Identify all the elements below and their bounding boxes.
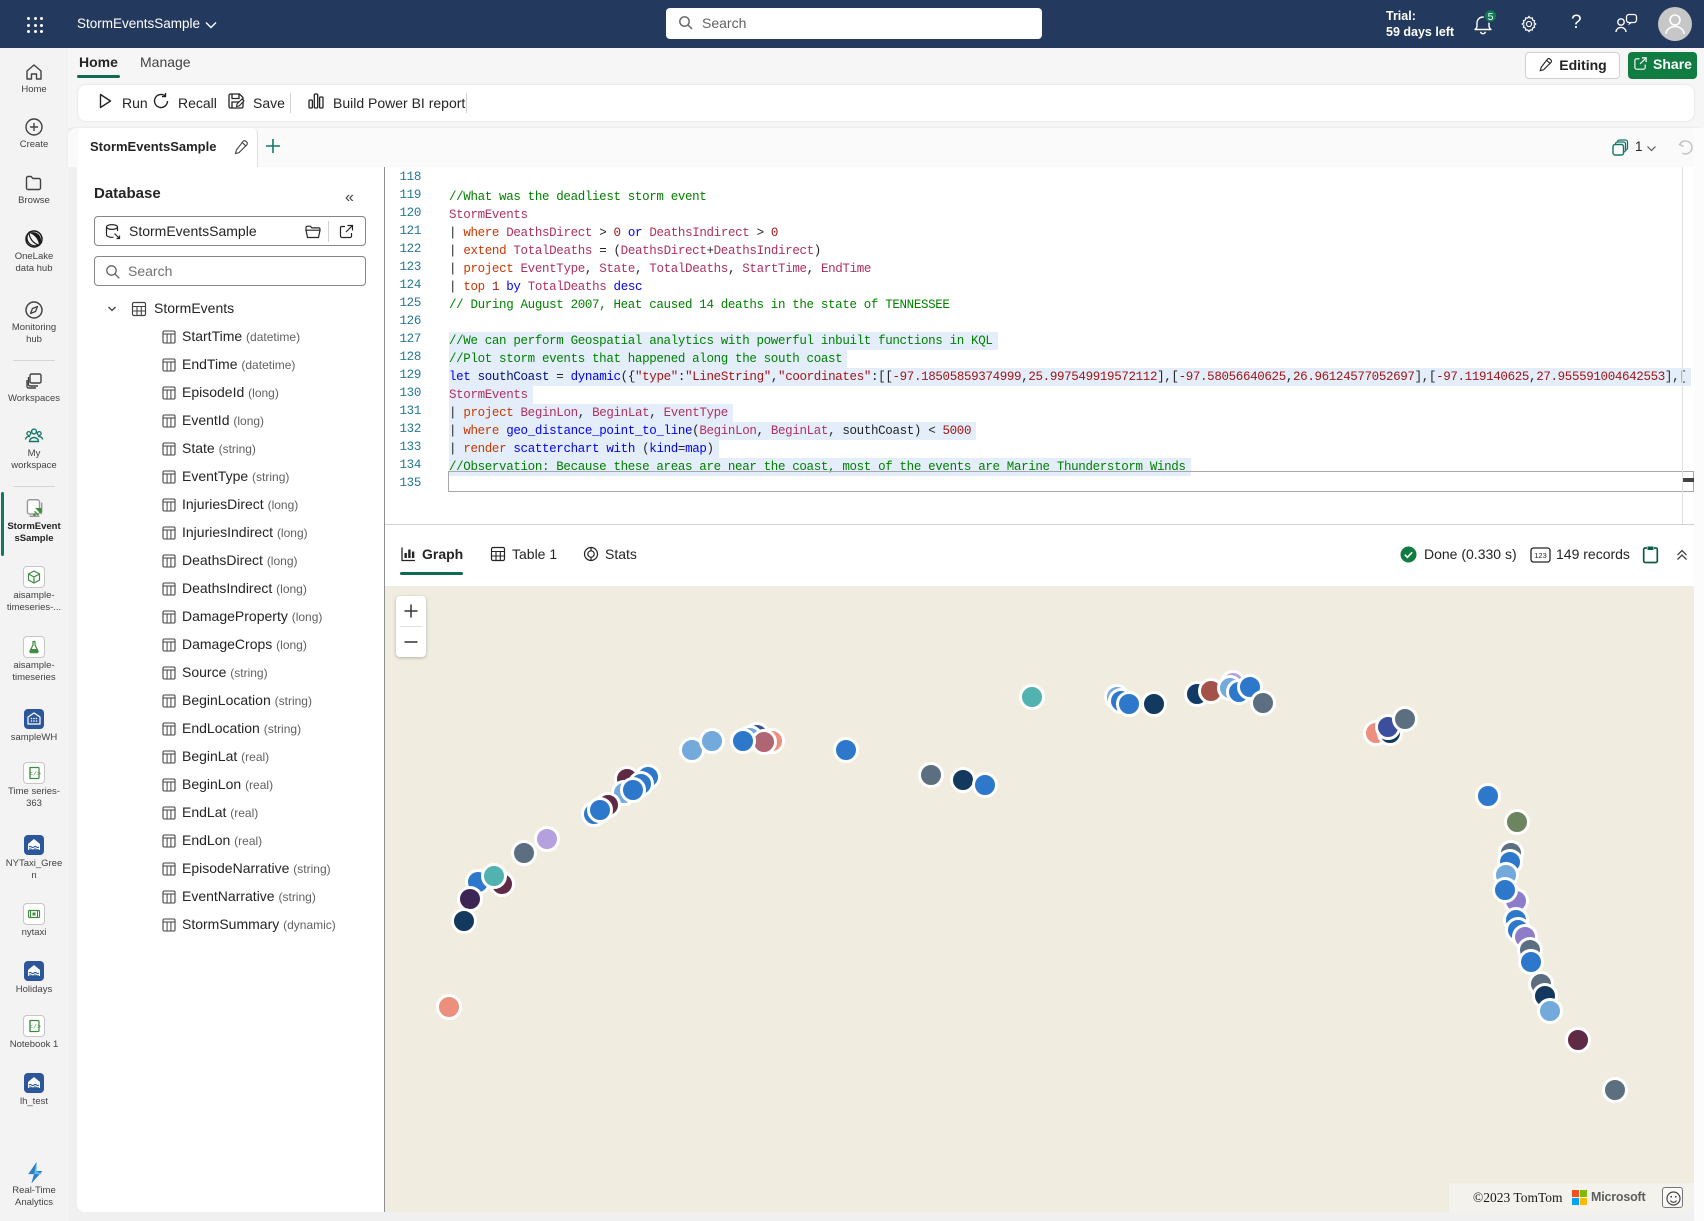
svg-text:123: 123: [1534, 551, 1547, 560]
svg-text:</>: </>: [29, 771, 41, 778]
svg-text:</>: </>: [29, 1024, 41, 1031]
svg-text:5: 5: [1488, 11, 1494, 23]
